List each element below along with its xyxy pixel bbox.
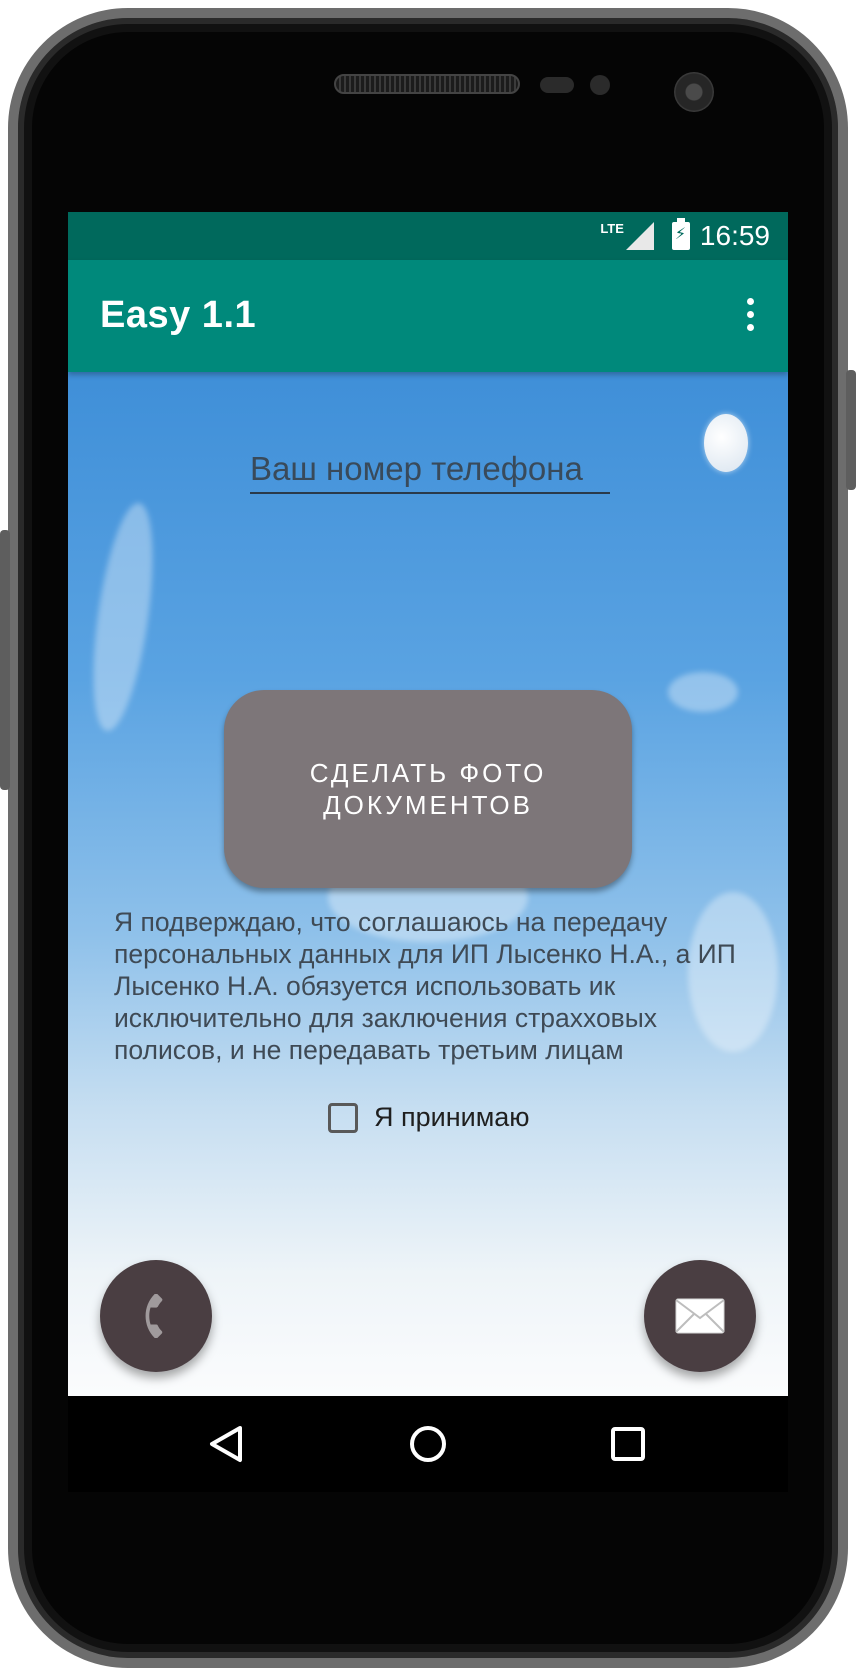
mail-button[interactable] <box>644 1260 756 1372</box>
back-button[interactable] <box>204 1422 248 1466</box>
accept-row[interactable]: Я принимаю <box>328 1102 530 1133</box>
status-icons: LTE ⚡ 16:59 <box>592 218 770 252</box>
front-camera-icon <box>674 72 714 112</box>
network-type: LTE <box>600 220 624 236</box>
app-bar: Easy 1.1 <box>68 260 788 372</box>
screen: LTE ⚡ 16:59 Easy 1.1 СДЕЛАТЬ ФОТО ДОКУМЕ… <box>68 212 788 1492</box>
recent-apps-icon <box>611 1427 645 1461</box>
volume-button <box>0 530 10 790</box>
earpiece-speaker <box>334 74 520 94</box>
phone-number-input[interactable] <box>250 450 610 494</box>
background-feather <box>82 499 164 735</box>
phone-icon <box>145 1294 163 1338</box>
accept-checkbox[interactable] <box>328 1102 358 1133</box>
light-sensor <box>590 75 610 95</box>
mail-icon <box>675 1298 725 1334</box>
app-title: Easy 1.1 <box>100 294 257 336</box>
call-button[interactable] <box>100 1260 212 1372</box>
background-moon <box>704 414 748 472</box>
accept-label[interactable]: Я принимаю <box>374 1102 530 1133</box>
photo-button-label: СДЕЛАТЬ ФОТО ДОКУМЕНТОВ <box>309 758 547 820</box>
power-button <box>846 370 856 490</box>
status-bar: LTE ⚡ 16:59 <box>68 212 788 260</box>
proximity-sensor <box>540 77 574 93</box>
consent-text: Я подверждаю, что соглашаюсь на передачу… <box>114 907 736 1065</box>
more-vert-icon[interactable] <box>744 298 756 334</box>
recent-apps-button[interactable] <box>606 1422 650 1466</box>
signal-icon <box>625 222 654 250</box>
background-feather <box>668 672 738 712</box>
take-document-photo-button[interactable]: СДЕЛАТЬ ФОТО ДОКУМЕНТОВ <box>224 690 632 888</box>
back-icon <box>210 1426 242 1462</box>
navigation-bar <box>68 1396 788 1492</box>
battery-charging-icon: ⚡ <box>671 218 690 250</box>
home-button[interactable] <box>406 1422 450 1466</box>
home-icon <box>410 1426 446 1462</box>
clock: 16:59 <box>699 220 770 251</box>
main-content: СДЕЛАТЬ ФОТО ДОКУМЕНТОВ Я подверждаю, чт… <box>68 372 788 1396</box>
